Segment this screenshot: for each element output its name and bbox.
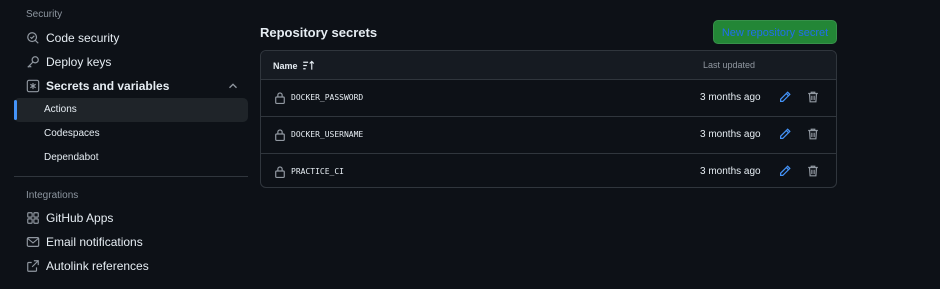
secret-last-updated: 3 months ago — [700, 129, 761, 140]
trash-icon[interactable] — [806, 164, 820, 178]
pencil-icon[interactable] — [778, 127, 792, 141]
table-row: PRACTICE_CI 3 months ago — [261, 154, 836, 187]
sidebar-item-label: GitHub Apps — [46, 211, 114, 225]
lock-icon — [274, 91, 286, 105]
secret-name: PRACTICE_CI — [291, 167, 344, 176]
column-header-last-updated: Last updated — [703, 60, 756, 70]
table-row: DOCKER_PASSWORD 3 months ago — [261, 80, 836, 117]
sidebar-item-code-security[interactable]: Code security — [14, 26, 248, 50]
sidebar-item-label: Autolink references — [46, 259, 149, 273]
sidebar-subitem-codespaces[interactable]: Codespaces — [14, 122, 248, 146]
mail-icon — [26, 235, 40, 249]
trash-icon[interactable] — [806, 90, 820, 104]
column-header-name-label: Name — [273, 60, 298, 71]
key-icon — [26, 55, 40, 69]
sidebar-item-github-apps[interactable]: GitHub Apps — [14, 206, 248, 230]
sidebar-item-label: Deploy keys — [46, 55, 112, 69]
sidebar-item-label: Code security — [46, 31, 120, 45]
sidebar-item-email-notifications[interactable]: Email notifications — [14, 230, 248, 254]
chevron-up-icon[interactable] — [226, 79, 240, 93]
page-title: Repository secrets — [260, 25, 378, 40]
lock-icon — [274, 128, 286, 142]
pencil-icon[interactable] — [778, 90, 792, 104]
secret-name: DOCKER_PASSWORD — [291, 93, 364, 102]
sidebar-item-label: Secrets and variables — [46, 79, 170, 93]
secret-name: DOCKER_USERNAME — [291, 130, 364, 139]
pencil-icon[interactable] — [778, 164, 792, 178]
sidebar-subitem-actions[interactable]: Actions — [14, 98, 248, 122]
integrations-heading: Integrations — [26, 190, 79, 201]
table-row: DOCKER_USERNAME 3 months ago — [261, 117, 836, 154]
secret-last-updated: 3 months ago — [700, 166, 761, 177]
sidebar-subitem-dependabot[interactable]: Dependabot — [14, 146, 248, 170]
table-header: Name Last updated — [261, 51, 836, 80]
column-header-name[interactable]: Name — [273, 59, 315, 72]
trash-icon[interactable] — [806, 127, 820, 141]
asterisk-box-icon — [26, 79, 40, 93]
sidebar-item-deploy-keys[interactable]: Deploy keys — [14, 50, 248, 74]
lock-icon — [274, 165, 286, 179]
secret-last-updated: 3 months ago — [700, 92, 761, 103]
sidebar-item-autolink-references[interactable]: Autolink references — [14, 254, 248, 278]
sort-ascending-icon[interactable] — [298, 59, 315, 72]
secrets-table: Name Last updated DOCKER_PASSWORD 3 mont… — [260, 50, 837, 188]
new-repository-secret-button[interactable]: New repository secret — [713, 20, 837, 44]
sidebar-item-label: Email notifications — [46, 235, 143, 249]
apps-icon — [26, 211, 40, 225]
shield-search-icon — [26, 31, 40, 45]
autolink-icon — [26, 259, 40, 273]
sidebar-item-secrets-and-variables[interactable]: Secrets and variables — [14, 74, 248, 98]
settings-sidebar: Security Code security Deploy keys Secre… — [14, 0, 248, 278]
security-heading: Security — [26, 9, 63, 20]
